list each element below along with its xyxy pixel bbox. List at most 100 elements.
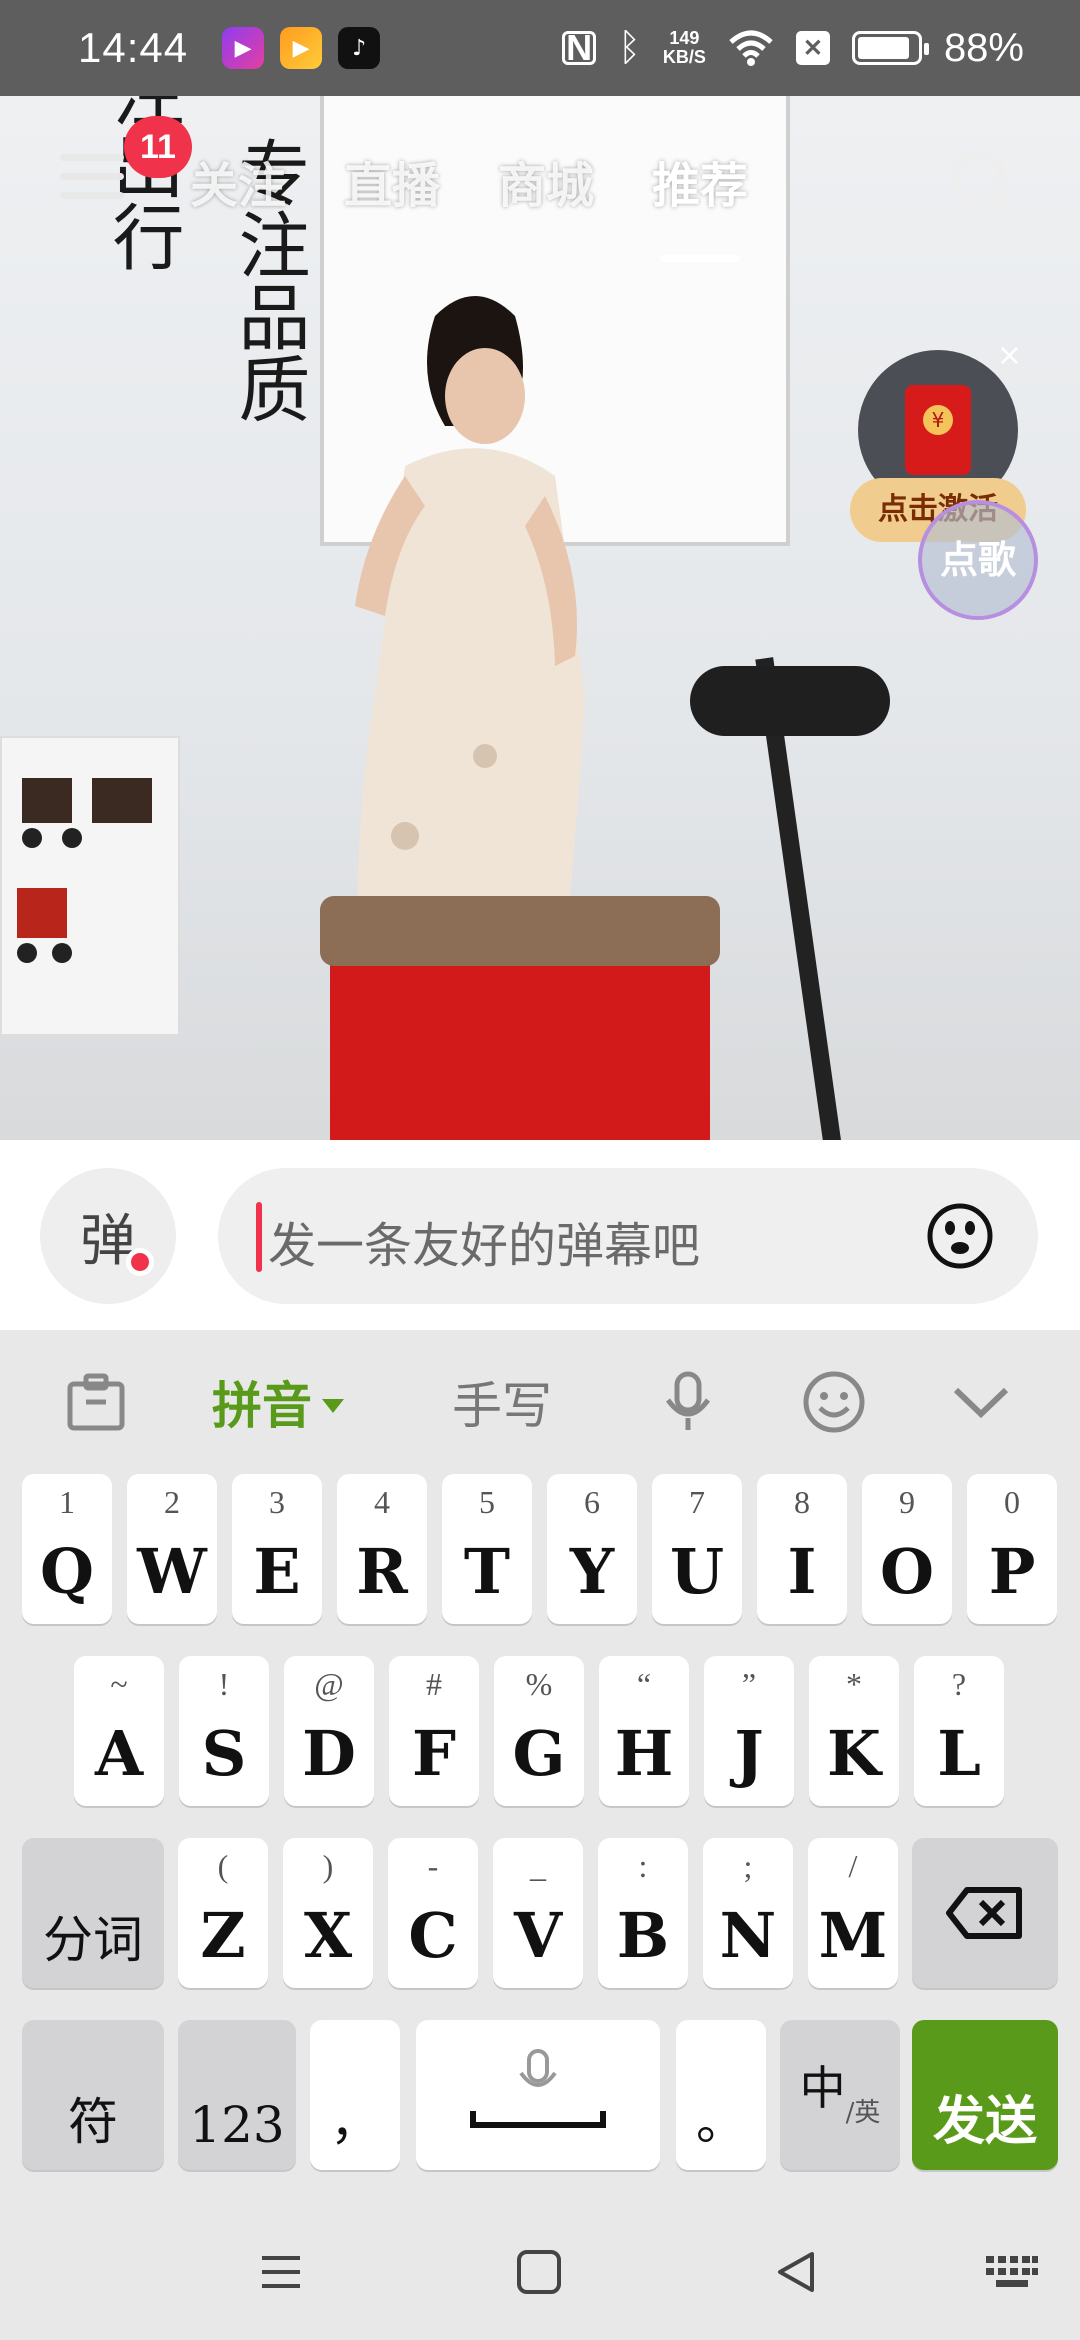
tab-follow[interactable]: 关注 xyxy=(190,146,286,216)
recent-apps-icon[interactable] xyxy=(256,2248,306,2296)
key-v[interactable]: _ V xyxy=(493,1838,583,1988)
key-l[interactable]: ? L xyxy=(914,1656,1004,1806)
key-j[interactable]: ” J xyxy=(704,1656,794,1806)
key-g[interactable]: % G xyxy=(494,1656,584,1806)
space-key[interactable] xyxy=(416,2020,660,2170)
key-hint: 7 xyxy=(689,1484,705,1520)
key-hint: @ xyxy=(314,1666,344,1702)
segment-key[interactable]: 分词 xyxy=(22,1838,164,1988)
key-label: 分词 xyxy=(43,1911,143,1969)
key-hint: 2 xyxy=(164,1484,180,1520)
key-e[interactable]: 3E xyxy=(232,1474,322,1624)
key-hint: ( xyxy=(217,1848,229,1884)
symbols-key[interactable]: 符 xyxy=(22,2020,164,2170)
tab-live[interactable]: 直播 xyxy=(344,146,440,216)
battery-icon xyxy=(851,31,929,65)
key-label: S xyxy=(201,1717,247,1790)
tab-mall[interactable]: 商城 xyxy=(498,146,594,216)
language-switch-key[interactable]: 中/英 xyxy=(780,2020,900,2170)
send-key[interactable]: 发送 xyxy=(912,2020,1058,2170)
wifi-icon xyxy=(729,30,773,66)
key-q[interactable]: 1Q xyxy=(22,1474,112,1624)
key-hint: 1 xyxy=(59,1484,75,1520)
key-z[interactable]: (Z xyxy=(178,1838,268,1988)
search-icon[interactable] xyxy=(944,144,1024,224)
key-o[interactable]: 9O xyxy=(862,1474,952,1624)
key-hint: # xyxy=(426,1666,442,1702)
song-request-button[interactable]: 点歌 xyxy=(918,500,1038,620)
numbers-key[interactable]: 123 xyxy=(178,2020,296,2170)
key-d[interactable]: @ D xyxy=(284,1656,374,1806)
key-hint: “ xyxy=(636,1666,652,1702)
nfc-icon: N xyxy=(562,27,597,68)
battery-fill xyxy=(857,37,909,59)
key-label: Q xyxy=(39,1535,94,1608)
key-i[interactable]: 8I xyxy=(757,1474,847,1624)
key-hint: % xyxy=(525,1666,553,1702)
key-label: N xyxy=(719,1899,777,1972)
key-label: O xyxy=(879,1535,934,1608)
danmaku-input[interactable]: 发一条友好的弹幕吧 xyxy=(218,1168,1038,1304)
emoji-panel-icon[interactable] xyxy=(802,1370,866,1434)
key-hint: 0 xyxy=(1004,1484,1020,1520)
key-label: L xyxy=(937,1717,981,1790)
collapse-keyboard-icon[interactable] xyxy=(952,1370,1010,1434)
key-label: A xyxy=(94,1717,144,1790)
key-c[interactable]: -C xyxy=(388,1838,478,1988)
top-nav: 11 关注 直播 商城 推荐 xyxy=(0,96,1080,262)
key-label: M xyxy=(818,1899,888,1972)
ime-keyboard: 拼音 手写 1 Q 2 W 3 E 4 R 5 T 6 Y 7 U 8 I 9 O 0 P ~ A! S @ D # F% G “H” J… xyxy=(0,1330,1080,2340)
handwriting-mode[interactable]: 手写 xyxy=(452,1370,552,1435)
comma-key[interactable]: ， xyxy=(310,2020,400,2170)
toggle-indicator xyxy=(126,1248,154,1276)
menu-button[interactable] xyxy=(60,154,124,210)
key-u[interactable]: 7U xyxy=(652,1474,742,1624)
key-s[interactable]: ! S xyxy=(179,1656,269,1806)
text-caret xyxy=(256,1202,262,1272)
backspace-key[interactable] xyxy=(912,1838,1058,1988)
key-r[interactable]: 4R xyxy=(337,1474,427,1624)
clipboard-icon[interactable] xyxy=(64,1370,128,1434)
home-icon[interactable] xyxy=(514,2248,564,2296)
key-hint: - xyxy=(427,1848,439,1884)
key-x[interactable]: ) X xyxy=(283,1838,373,1988)
pinyin-mode[interactable]: 拼音 xyxy=(212,1370,344,1435)
key-n[interactable]: ; N xyxy=(703,1838,793,1988)
key-p[interactable]: 0P xyxy=(967,1474,1057,1624)
key-label: 发送 xyxy=(932,2091,1037,2152)
microphone-icon[interactable] xyxy=(660,1370,716,1434)
key-label: F xyxy=(411,1717,457,1790)
tab-recommend[interactable]: 推荐 xyxy=(652,146,748,262)
key-hint: ” xyxy=(741,1666,757,1702)
battery-percent: 88% xyxy=(943,25,1024,70)
key-b[interactable]: :B xyxy=(598,1838,688,1988)
key-w[interactable]: 2W xyxy=(127,1474,217,1624)
notification-badge: 11 xyxy=(124,116,192,178)
key-y[interactable]: 6Y xyxy=(547,1474,637,1624)
key-hint: 3 xyxy=(269,1484,285,1520)
key-label: 123 xyxy=(189,2096,285,2154)
period-key[interactable]: 。 xyxy=(676,2020,766,2170)
space-mic-icon xyxy=(470,2049,606,2128)
tiktok-icon: ♪ xyxy=(338,27,381,69)
close-icon[interactable]: × xyxy=(997,338,1022,373)
key-label: T xyxy=(463,1535,511,1608)
key-label: R xyxy=(356,1535,408,1608)
key-hint: ; xyxy=(743,1848,753,1884)
key-label: U xyxy=(669,1535,725,1608)
key-hint: _ xyxy=(530,1848,546,1884)
key-m[interactable]: / M xyxy=(808,1838,898,1988)
key-label: 符 xyxy=(68,2093,118,2151)
emoji-icon[interactable] xyxy=(926,1202,994,1270)
key-f[interactable]: # F xyxy=(389,1656,479,1806)
key-t[interactable]: 5T xyxy=(442,1474,532,1624)
key-k[interactable]: * K xyxy=(809,1656,899,1806)
key-hint: / xyxy=(848,1848,858,1884)
keyboard-switch-icon[interactable] xyxy=(984,2248,1040,2296)
back-icon[interactable] xyxy=(772,2248,822,2296)
key-hint: : xyxy=(638,1848,648,1884)
key-h[interactable]: “H xyxy=(599,1656,689,1806)
key-a[interactable]: ~ A xyxy=(74,1656,164,1806)
danmaku-placeholder: 发一条友好的弹幕吧 xyxy=(268,1218,701,1274)
danmaku-toggle[interactable]: 弹 xyxy=(40,1168,176,1304)
